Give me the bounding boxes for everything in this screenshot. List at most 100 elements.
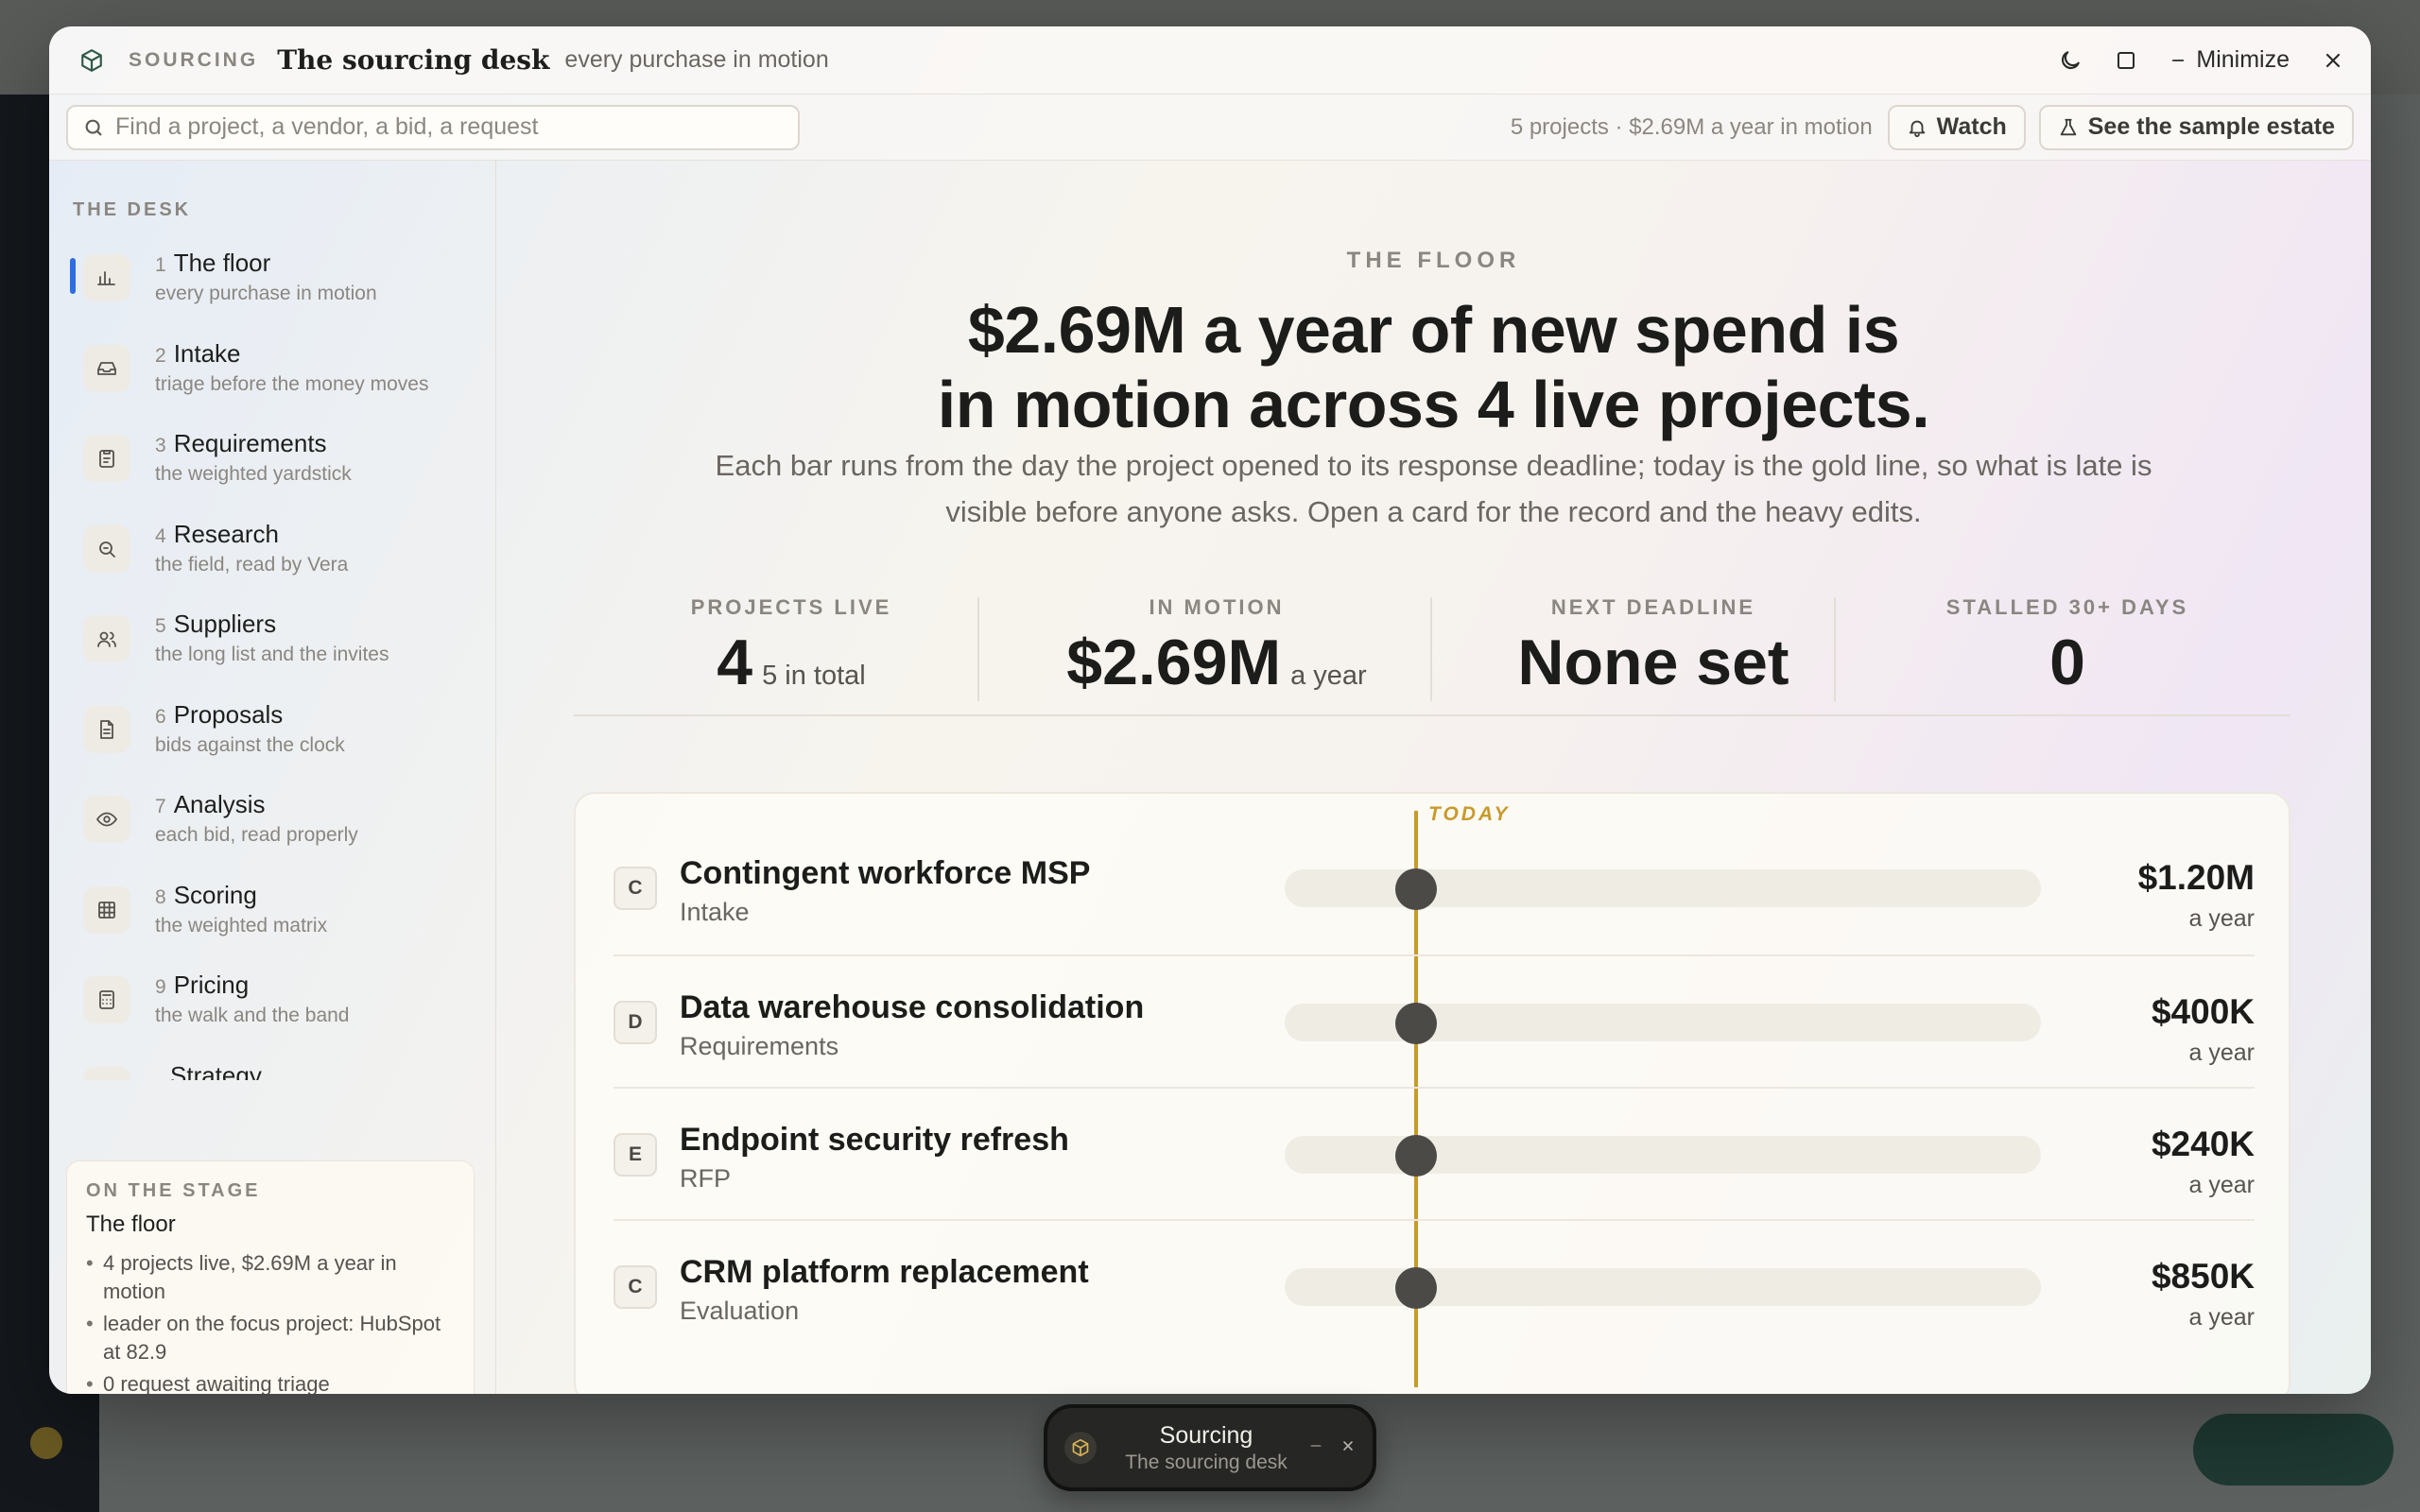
- dock-close-button[interactable]: [1340, 1438, 1356, 1458]
- stat-label: STALLED 30+ DAYS: [1945, 595, 2189, 619]
- sidebar-item-label: Intake: [173, 338, 241, 368]
- eye-icon: [83, 796, 130, 843]
- sidebar-item-label: Analysis: [173, 790, 266, 818]
- minimize-button[interactable]: Minimize: [2169, 46, 2290, 74]
- close-icon: [2325, 53, 2341, 67]
- stats-strip: PROJECTS LIVE 4 5 in total IN MOTION $2.6…: [574, 595, 2290, 716]
- sidebar-item-description: every purchase in motion: [155, 283, 377, 304]
- window-kicker: SOURCING: [129, 48, 259, 71]
- sidebar-item-description: triage before the money moves: [155, 372, 429, 395]
- project-card[interactable]: E Endpoint security refresh RFP $240K a year: [614, 1087, 2255, 1219]
- sidebar-item-scoring[interactable]: 8 Scoring the weighted matrix: [49, 881, 495, 971]
- project-badge: D: [614, 1001, 657, 1044]
- bar-chart-icon: [83, 254, 130, 301]
- close-button[interactable]: [2322, 49, 2344, 72]
- project-title: Data warehouse consolidation: [680, 989, 1145, 1025]
- sidebar-item-number: 8: [155, 885, 166, 908]
- sidebar-item-description: the weighted matrix: [155, 914, 328, 936]
- dock-subtitle: The sourcing desk: [1125, 1451, 1288, 1473]
- sidebar-item-analysis[interactable]: 7 Analysis each bid, read properly: [49, 790, 495, 881]
- users-icon: [83, 615, 130, 662]
- sidebar-item-strategy[interactable]: Strategythe plan before the number: [49, 1060, 495, 1081]
- main-content: THE FLOOR $2.69M a year of new spend is …: [496, 161, 2371, 1394]
- window-subtitle: every purchase in motion: [564, 46, 829, 73]
- project-value: $850K: [2151, 1257, 2255, 1296]
- theme-toggle-button[interactable]: [2058, 48, 2083, 73]
- stage-bullet: 0 request awaiting triage: [86, 1370, 455, 1394]
- sidebar-item-number: 5: [155, 615, 166, 637]
- sidebar-item-description: bids against the clock: [155, 733, 345, 756]
- project-stage: Requirements: [680, 1032, 839, 1060]
- headline-line-2: in motion across 4 live projects.: [937, 368, 1930, 441]
- watch-button[interactable]: Watch: [1887, 104, 2026, 150]
- projects-timeline: TODAY C Contingent workforce MSP Intake $1.…: [574, 792, 2290, 1394]
- sidebar-item-label: The floor: [173, 249, 271, 277]
- flask-icon: [2060, 118, 2076, 135]
- cube-icon: [1064, 1432, 1097, 1464]
- dock-minimize-button[interactable]: [1308, 1438, 1323, 1458]
- sidebar-item-description: the walk and the band: [155, 1005, 350, 1026]
- stat-value: None set: [1517, 627, 1789, 698]
- sidebar-item-number: 6: [155, 705, 166, 728]
- project-value-unit: a year: [2188, 1304, 2255, 1331]
- sidebar-item-description: the long list and the invites: [155, 644, 389, 665]
- project-value-unit: a year: [2188, 1040, 2255, 1066]
- close-icon: [1343, 1440, 1353, 1451]
- minus-icon: [2172, 59, 2185, 61]
- page-headline: $2.69M a year of new spend is in motion …: [496, 293, 2371, 442]
- sample-estate-label: See the sample estate: [2087, 113, 2335, 140]
- window-title: The sourcing desk: [277, 44, 550, 76]
- maximize-button[interactable]: [2115, 49, 2137, 72]
- stat-label: NEXT DEADLINE: [1550, 595, 1756, 619]
- stat-divider: [977, 597, 979, 701]
- sidebar-item-pricing[interactable]: 9 Pricing the walk and the band: [49, 971, 495, 1061]
- minimize-label: Minimize: [2196, 46, 2290, 73]
- sidebar-item-suppliers[interactable]: 5 Suppliers the long list and the invites: [49, 610, 495, 700]
- project-today-marker: [1395, 1135, 1437, 1177]
- project-card[interactable]: D Data warehouse consolidation Requirement…: [614, 954, 2255, 1087]
- sidebar-item-description: the field, read by Vera: [155, 553, 349, 576]
- sidebar-item-number: 2: [155, 344, 166, 367]
- project-title: Contingent workforce MSP: [680, 855, 1091, 891]
- search-box[interactable]: [66, 104, 800, 150]
- project-stage: Evaluation: [680, 1297, 800, 1325]
- search-input[interactable]: [115, 113, 783, 141]
- sidebar-item-label: Pricing: [173, 971, 250, 999]
- square-icon: [2118, 51, 2135, 69]
- stat-value: 0: [2049, 627, 2085, 698]
- project-badge: E: [614, 1133, 657, 1177]
- stage-bullets: 4 projects live, $2.69M a year in motion…: [86, 1249, 455, 1394]
- project-card[interactable]: C CRM platform replacement Evaluation $850K…: [614, 1219, 2255, 1351]
- sidebar-item-research[interactable]: 4 Research the field, read by Vera: [49, 520, 495, 610]
- project-today-marker: [1395, 868, 1437, 910]
- sidebar-item-intake[interactable]: 2 Intake triage before the money moves: [49, 339, 495, 430]
- stat-value: 4: [717, 627, 753, 698]
- stat-divider: [1430, 597, 1432, 701]
- minimized-window-chip[interactable]: Sourcing The sourcing desk: [1044, 1404, 1376, 1491]
- sidebar-item-the-floor[interactable]: 1 The floor every purchase in motion: [49, 249, 495, 339]
- project-card[interactable]: C Contingent workforce MSP Intake $1.20M a y…: [614, 822, 2255, 954]
- window-titlebar: SOURCING The sourcing desk every purchas…: [49, 26, 2371, 94]
- inbox-icon: [83, 344, 130, 392]
- sidebar-item-label: Strategy: [170, 1060, 262, 1081]
- project-today-marker: [1395, 1267, 1437, 1309]
- stat-suffix: a year: [1290, 661, 1367, 691]
- sidebar-item-label: Research: [173, 519, 279, 548]
- search-icon: [85, 119, 102, 135]
- project-value: $1.20M: [2137, 858, 2255, 897]
- dock-title: Sourcing: [1159, 1421, 1253, 1449]
- on-the-stage-card: ON THE STAGE The floor 4 projects live, …: [66, 1160, 475, 1394]
- sidebar-item-number: 7: [155, 796, 166, 817]
- background-ask-button: [2193, 1414, 2394, 1486]
- sample-estate-button[interactable]: See the sample estate: [2038, 104, 2354, 150]
- sidebar-item-number: 9: [155, 976, 166, 998]
- project-stage: Intake: [680, 898, 750, 926]
- sidebar-item-number: 3: [155, 435, 166, 456]
- stage-bullet: 4 projects live, $2.69M a year in motion: [86, 1249, 455, 1306]
- sidebar: THE DESK 1 The floor every purchase in mot…: [49, 161, 496, 1394]
- sidebar-item-requirements[interactable]: 3 Requirements the weighted yardstick: [49, 429, 495, 520]
- stage-title: The floor: [86, 1211, 176, 1237]
- project-stage: RFP: [680, 1164, 731, 1193]
- sidebar-item-proposals[interactable]: 6 Proposals bids against the clock: [49, 700, 495, 791]
- stat-next-deadline: NEXT DEADLINE None set: [1474, 595, 1833, 701]
